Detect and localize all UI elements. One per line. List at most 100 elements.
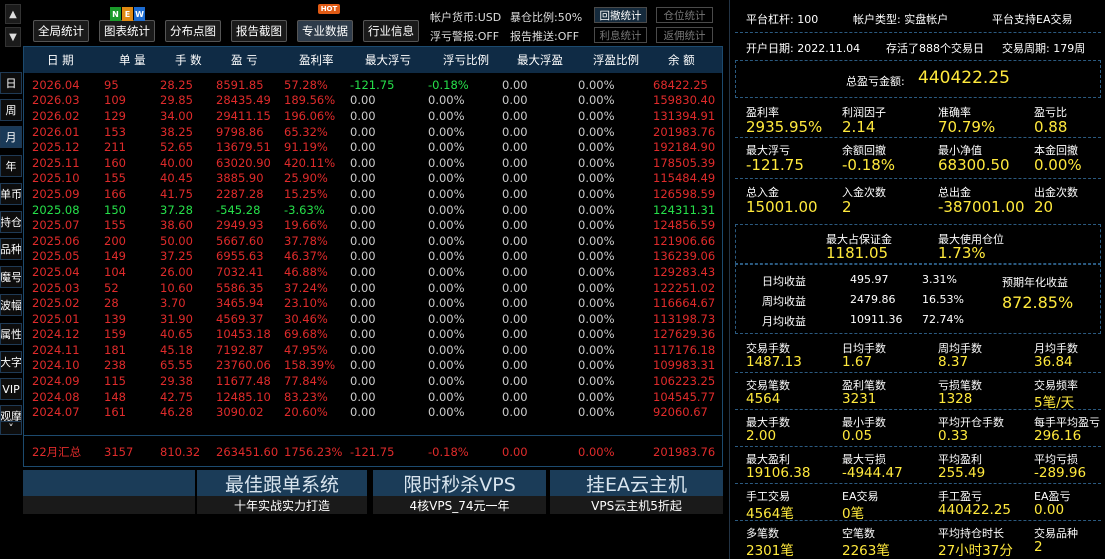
table-row[interactable]: 2026.01 153 38.25 9798.86 65.32% 0.00 0.00% 0.0… bbox=[24, 124, 722, 140]
stat-value: 0笔 bbox=[842, 506, 865, 522]
table-cell: 0.00% bbox=[578, 108, 615, 123]
interest-stats-button[interactable]: 利息统计 bbox=[594, 27, 647, 43]
table-row[interactable]: 2025.06 200 50.00 5667.60 37.78% 0.00 0.00% 0.0… bbox=[24, 233, 722, 249]
table-cell: 34.00 bbox=[160, 108, 193, 123]
pro-data-button[interactable]: 专业数据 bbox=[297, 20, 353, 42]
summary-cell: 810.32 bbox=[160, 444, 201, 459]
scroll-down-button[interactable]: ▼ bbox=[5, 27, 21, 47]
side-tab-9[interactable]: 属性 bbox=[0, 323, 22, 345]
table-cell: 46.37% bbox=[284, 249, 328, 264]
table-row[interactable]: 2025.12 211 52.65 13679.51 91.19% 0.00 0.00% 0.… bbox=[24, 139, 722, 155]
table-cell: 0.00% bbox=[428, 108, 465, 123]
table-row[interactable]: 2024.09 115 29.38 11677.48 77.84% 0.00 0.00% 0.… bbox=[24, 373, 722, 389]
distribution-chart-button[interactable]: 分布点图 bbox=[165, 20, 221, 42]
table-header: 日 期单 量手 数盈 亏盈利率 最大浮亏 浮亏比例 最大浮盈 浮盈比例余 额 bbox=[24, 47, 722, 73]
banner-title-0[interactable]: 最佳跟单系统 bbox=[197, 470, 367, 496]
table-cell: 201983.76 bbox=[653, 124, 716, 139]
table-row[interactable]: 2024.10 238 65.55 23760.06 158.39% 0.00 0.00% 0… bbox=[24, 358, 722, 374]
table-row[interactable]: 2024.12 159 40.65 10453.18 69.68% 0.00 0.00% 0.… bbox=[24, 327, 722, 343]
table-row[interactable]: 2024.07 161 46.28 3090.02 20.60% 0.00 0.00% 0.0… bbox=[24, 404, 722, 420]
banner-subtitle-1[interactable]: 4核VPS_74元一年 bbox=[373, 496, 546, 514]
table-cell: 26.00 bbox=[160, 264, 193, 279]
table-cell: 104545.77 bbox=[653, 389, 716, 404]
table-row[interactable]: 2025.08 150 37.28 -545.28 -3.63% 0.00 0.00% 0.0… bbox=[24, 202, 722, 218]
table-cell: 5586.35 bbox=[216, 280, 264, 295]
table-cell: 52 bbox=[104, 280, 119, 295]
banner-title-1[interactable]: 限时秒杀VPS bbox=[373, 470, 546, 496]
table-row[interactable]: 2024.08 148 42.75 12485.10 83.23% 0.00 0.00% 0.… bbox=[24, 389, 722, 405]
table-cell: 0.00 bbox=[350, 233, 376, 248]
side-tab-7[interactable]: 魔号 bbox=[0, 266, 22, 288]
income-amount: 495.97 bbox=[850, 273, 889, 286]
table-row[interactable]: 2025.09 166 41.75 2287.28 15.25% 0.00 0.00% 0.0… bbox=[24, 186, 722, 202]
stat-value: 1328 bbox=[938, 391, 973, 407]
table-cell: 0.00% bbox=[428, 186, 465, 201]
column-header-9[interactable]: 余 额 bbox=[668, 52, 738, 68]
table-row[interactable]: 2025.04 104 26.00 7032.41 46.88% 0.00 0.00% 0.0… bbox=[24, 264, 722, 280]
table-row[interactable]: 2024.11 181 45.18 7192.87 47.95% 0.00 0.00% 0.0… bbox=[24, 342, 722, 358]
table-row[interactable]: 2026.03 109 29.85 28435.49 189.56% 0.00 0.00% 0… bbox=[24, 93, 722, 109]
table-row[interactable]: 2025.07 155 38.60 2949.93 19.66% 0.00 0.00% 0.0… bbox=[24, 217, 722, 233]
industry-info-button[interactable]: 行业信息 bbox=[363, 20, 419, 42]
column-header-2[interactable]: 手 数 bbox=[175, 52, 232, 68]
side-tab-3[interactable]: 年 bbox=[0, 155, 22, 177]
banner-subtitle-0[interactable]: 十年实战实力打造 bbox=[197, 496, 367, 514]
table-cell: 0.00 bbox=[502, 374, 528, 389]
banner-subtitle-2[interactable]: VPS云主机5折起 bbox=[550, 496, 723, 514]
new-badge-n: N bbox=[110, 7, 121, 21]
table-cell: 0.00% bbox=[578, 296, 615, 311]
column-header-4[interactable]: 盈利率 bbox=[299, 52, 365, 68]
table-cell: 124311.31 bbox=[653, 202, 716, 217]
table-cell: 0.00% bbox=[428, 140, 465, 155]
side-tab-4[interactable]: 单币 bbox=[0, 183, 22, 205]
column-header-1[interactable]: 单 量 bbox=[119, 52, 176, 68]
table-cell: 77.84% bbox=[284, 374, 328, 389]
column-header-8[interactable]: 浮盈比例 bbox=[593, 52, 668, 68]
side-tab-10[interactable]: 大字 bbox=[0, 351, 22, 373]
table-cell: 38.25 bbox=[160, 124, 193, 139]
chart-stats-button[interactable]: 图表统计 bbox=[99, 20, 155, 42]
table-cell: 2025.12 bbox=[32, 140, 80, 155]
side-tab-6[interactable]: 品种 bbox=[0, 238, 22, 260]
table-cell: 13679.51 bbox=[216, 140, 271, 155]
drawdown-stats-button[interactable]: 回撤统计 bbox=[594, 7, 647, 23]
income-label: 月均收益 bbox=[762, 315, 806, 328]
table-row[interactable]: 2025.11 160 40.00 63020.90 420.11% 0.00 0.00% 0… bbox=[24, 155, 722, 171]
table-row[interactable]: 2025.01 139 31.90 4569.37 30.46% 0.00 0.00% 0.0… bbox=[24, 311, 722, 327]
table-row[interactable]: 2025.05 149 37.25 6955.63 46.37% 0.00 0.00% 0.0… bbox=[24, 249, 722, 265]
table-row[interactable]: 2026.02 129 34.00 29411.15 196.06% 0.00 0.00% 0… bbox=[24, 108, 722, 124]
income-percent: 16.53% bbox=[922, 293, 964, 306]
banner-title-2[interactable]: 挂EA云主机 bbox=[550, 470, 723, 496]
side-tab-11[interactable]: VIP bbox=[0, 378, 22, 400]
table-row[interactable]: 2026.04 95 28.25 8591.85 57.28% -121.75 -0.18%… bbox=[24, 77, 722, 93]
table-cell: 181 bbox=[104, 342, 126, 357]
column-header-3[interactable]: 盈 亏 bbox=[231, 52, 298, 68]
table-row[interactable]: 2025.02 28 3.70 3465.94 23.10% 0.00 0.00% 0.00 0… bbox=[24, 295, 722, 311]
column-header-6[interactable]: 浮亏比例 bbox=[443, 52, 516, 68]
table-cell: 0.00% bbox=[578, 280, 615, 295]
table-cell: 0.00% bbox=[428, 124, 465, 139]
table-cell: 3.70 bbox=[160, 296, 186, 311]
table-row[interactable]: 2025.10 155 40.45 3885.90 25.90% 0.00 0.00% 0.0… bbox=[24, 171, 722, 187]
side-tab-13[interactable]: ˅ bbox=[0, 421, 22, 435]
scroll-up-button[interactable]: ▲ bbox=[5, 4, 21, 24]
side-tab-8[interactable]: 波幅 bbox=[0, 294, 22, 316]
column-header-5[interactable]: 最大浮亏 bbox=[365, 52, 442, 68]
column-header-7[interactable]: 最大浮盈 bbox=[517, 52, 592, 68]
global-stats-button[interactable]: 全局统计 bbox=[33, 20, 89, 42]
table-cell: 37.28 bbox=[160, 202, 193, 217]
table-cell: 126598.59 bbox=[653, 186, 716, 201]
rebate-stats-button[interactable]: 返佣统计 bbox=[656, 27, 713, 43]
side-tab-5[interactable]: 持仓 bbox=[0, 211, 22, 233]
table-row[interactable]: 2025.03 52 10.60 5586.35 37.24% 0.00 0.00% 0.00… bbox=[24, 280, 722, 296]
side-tab-1[interactable]: 周 bbox=[0, 99, 22, 121]
position-stats-button[interactable]: 仓位统计 bbox=[656, 7, 713, 23]
max-usage-value: 1.73% bbox=[938, 244, 986, 262]
side-tab-0[interactable]: 日 bbox=[0, 72, 22, 94]
column-header-0[interactable]: 日 期 bbox=[47, 52, 115, 68]
new-badge: N E W bbox=[110, 7, 145, 21]
report-screenshot-button[interactable]: 报告截图 bbox=[231, 20, 287, 42]
table-cell: 0.00 bbox=[350, 264, 376, 279]
side-tab-2[interactable]: 月 bbox=[0, 126, 22, 148]
stat-value: 15001.00 bbox=[746, 198, 818, 216]
